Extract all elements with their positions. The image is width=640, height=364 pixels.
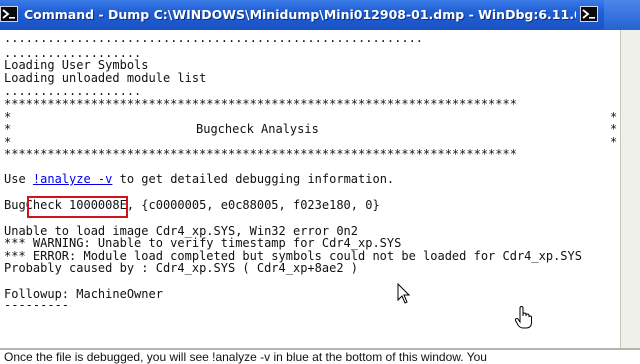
bugcheck-heading: Bugcheck Analysis: [196, 122, 319, 136]
stars-line: ****************************************…: [4, 147, 517, 161]
hand-cursor-icon: [514, 306, 532, 329]
stars-line: ****************************************…: [4, 97, 517, 111]
use-prefix: Use: [4, 172, 33, 186]
warning-line: *** WARNING: Unable to verify timestamp …: [4, 236, 402, 250]
dashes-line: ---------: [4, 298, 70, 312]
titlebar-edge: [604, 0, 640, 30]
analyze-link[interactable]: !analyze -v: [33, 172, 112, 186]
caption-text: Once the file is debugged, you will see …: [4, 350, 487, 364]
probably-caused-line: Probably caused by : Cdr4_xp.SYS ( Cdr4_…: [4, 261, 359, 275]
output-line: ........................................…: [4, 31, 424, 45]
output-line: Loading User Symbols: [4, 58, 149, 72]
command-output-pane[interactable]: ........................................…: [0, 30, 620, 348]
analyze-hint-line: Use !analyze -v to get detailed debuggin…: [4, 172, 394, 186]
use-suffix: to get detailed debugging information.: [112, 172, 395, 186]
arrow-cursor-icon: [397, 283, 411, 304]
output-line: Loading unloaded module list: [4, 71, 207, 85]
star-edge-right: *: [610, 135, 618, 149]
star-edge-right: *: [610, 122, 618, 136]
vertical-scrollbar[interactable]: [620, 30, 640, 348]
star-edge-left: *: [4, 122, 12, 136]
command-window-icon[interactable]: [0, 6, 18, 22]
command-window-icon[interactable]: [580, 6, 598, 22]
window-titlebar[interactable]: Command - Dump C:\WINDOWS\Minidump\Mini0…: [0, 0, 640, 31]
window-title: Command - Dump C:\WINDOWS\Minidump\Mini0…: [24, 7, 576, 22]
output-line: ...................: [4, 84, 142, 98]
analyze-highlight-box: [27, 196, 128, 218]
